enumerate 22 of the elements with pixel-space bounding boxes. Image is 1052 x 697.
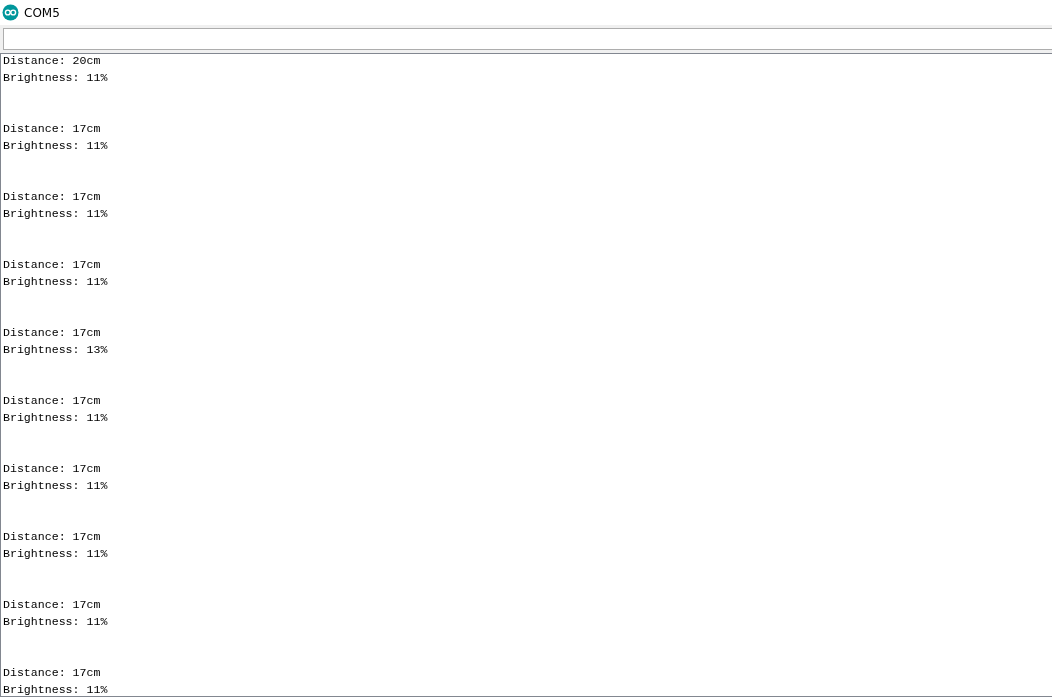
brightness-line: Brightness: 11% [3,207,108,222]
distance-line: Distance: 20cm [3,54,101,69]
window-title: COM5 [24,5,60,20]
brightness-line: Brightness: 11% [3,615,108,630]
distance-line: Distance: 17cm [3,326,101,341]
brightness-line: Brightness: 11% [3,479,108,494]
distance-line: Distance: 17cm [3,122,101,137]
distance-line: Distance: 17cm [3,598,101,613]
distance-line: Distance: 17cm [3,666,101,681]
distance-line: Distance: 17cm [3,530,101,545]
brightness-line: Brightness: 11% [3,275,108,290]
brightness-line: Brightness: 11% [3,71,108,86]
brightness-line: Brightness: 13% [3,343,108,358]
brightness-line: Brightness: 11% [3,547,108,562]
brightness-line: Brightness: 11% [3,411,108,426]
brightness-line: Brightness: 11% [3,139,108,154]
distance-line: Distance: 17cm [3,258,101,273]
distance-line: Distance: 17cm [3,394,101,409]
brightness-line: Brightness: 11% [3,683,108,696]
distance-line: Distance: 17cm [3,462,101,477]
input-field[interactable] [3,28,1052,50]
distance-line: Distance: 17cm [3,190,101,205]
